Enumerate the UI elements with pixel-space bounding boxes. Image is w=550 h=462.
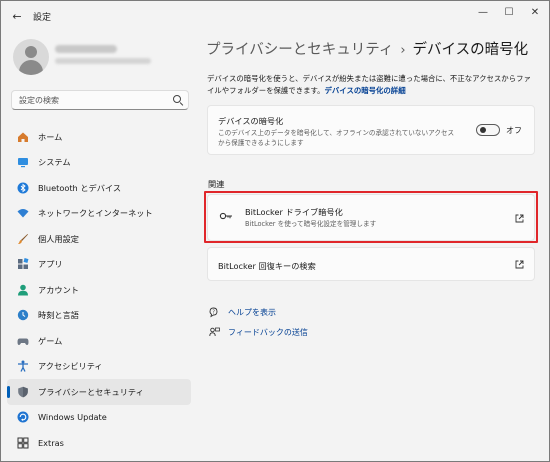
time-language-icon bbox=[17, 309, 29, 321]
sidebar-item-system[interactable]: システム bbox=[7, 150, 191, 176]
sidebar-item-label: システム bbox=[38, 157, 71, 168]
learn-more-link[interactable]: デバイスの暗号化の詳細 bbox=[325, 86, 406, 95]
breadcrumb: プライバシーとセキュリティ › デバイスの暗号化 bbox=[206, 38, 528, 59]
back-button[interactable]: ← bbox=[9, 9, 25, 25]
toggle-state-label: オフ bbox=[506, 126, 522, 135]
sidebar-item-accounts[interactable]: アカウント bbox=[7, 277, 191, 303]
sidebar-item-gaming[interactable]: ゲーム bbox=[7, 328, 191, 354]
extras-icon bbox=[17, 437, 29, 449]
feedback-icon bbox=[209, 327, 220, 337]
bitlocker-drive-encryption-card[interactable]: BitLocker ドライブ暗号化 BitLocker を使って暗号化設定を管理… bbox=[207, 194, 535, 241]
sidebar-item-label: アカウント bbox=[38, 284, 79, 295]
app-title: 設定 bbox=[33, 13, 52, 23]
sidebar-item-personalization[interactable]: 個人用設定 bbox=[7, 226, 191, 252]
sidebar-item-network[interactable]: ネットワークとインターネット bbox=[7, 201, 191, 227]
gaming-icon bbox=[17, 335, 29, 347]
bitlocker-key-icon bbox=[219, 212, 232, 220]
maximize-button[interactable]: ☐ bbox=[497, 5, 521, 21]
sidebar-item-label: Windows Update bbox=[38, 412, 107, 423]
sidebar-item-label: Bluetooth とデバイス bbox=[38, 182, 122, 193]
help-icon: ? bbox=[209, 307, 218, 318]
search-input[interactable] bbox=[19, 94, 169, 107]
title-bar: ← 設定 — ☐ ✕ bbox=[1, 1, 549, 31]
toggle-knob bbox=[479, 127, 486, 133]
card-title: デバイスの暗号化 bbox=[218, 116, 284, 126]
card-title: BitLocker ドライブ暗号化 bbox=[245, 207, 343, 217]
settings-search-box[interactable] bbox=[11, 90, 189, 110]
avatar-head-shape bbox=[25, 46, 37, 58]
sidebar-item-label: ホーム bbox=[38, 131, 63, 142]
sidebar-item-label: Extras bbox=[38, 437, 64, 448]
avatar[interactable] bbox=[13, 39, 49, 75]
windows-update-icon bbox=[17, 411, 29, 423]
system-icon bbox=[17, 156, 29, 168]
sidebar-item-label: プライバシーとセキュリティ bbox=[38, 386, 144, 397]
help-link-label: ヘルプを表示 bbox=[228, 308, 276, 317]
sidebar-item-privacy-security[interactable]: プライバシーとセキュリティ bbox=[7, 379, 191, 405]
sidebar-item-time-language[interactable]: 時刻と言語 bbox=[7, 303, 191, 329]
shield-icon bbox=[17, 386, 29, 398]
network-icon bbox=[17, 207, 29, 219]
home-icon bbox=[17, 131, 29, 143]
card-title: BitLocker 回復キーの検索 bbox=[218, 261, 316, 271]
svg-text:?: ? bbox=[212, 309, 215, 315]
sidebar-nav: ホーム システム Bluetooth とデバイス ネットワークとインターネット … bbox=[7, 124, 191, 456]
sidebar-item-label: ゲーム bbox=[38, 335, 63, 346]
external-link-icon bbox=[515, 260, 524, 269]
sidebar-item-extras[interactable]: Extras bbox=[7, 430, 191, 456]
avatar-body-shape bbox=[19, 60, 43, 75]
page-description: デバイスの暗号化を使うと、デバイスが紛失または盗難に遭った場合に、不正なアクセス… bbox=[207, 73, 537, 97]
external-link-icon bbox=[515, 214, 524, 223]
card-subtitle: BitLocker を使って暗号化設定を管理します bbox=[245, 220, 377, 228]
account-icon bbox=[17, 284, 29, 296]
brush-icon bbox=[17, 233, 29, 245]
accessibility-icon bbox=[17, 360, 29, 373]
user-name-blurred bbox=[55, 45, 117, 53]
card-subtitle: このデバイス上のデータを暗号化して、オフラインの承認されていないアクセスから保護… bbox=[218, 129, 455, 147]
sidebar-item-label: ネットワークとインターネット bbox=[38, 208, 153, 219]
send-feedback-link[interactable]: フィードバックの送信 bbox=[209, 327, 308, 338]
breadcrumb-separator: › bbox=[400, 43, 406, 58]
sidebar-item-accessibility[interactable]: アクセシビリティ bbox=[7, 354, 191, 380]
settings-window: ← 設定 — ☐ ✕ ホーム システム bbox=[0, 0, 550, 462]
page-title: デバイスの暗号化 bbox=[412, 42, 529, 58]
device-encryption-card: デバイスの暗号化 このデバイス上のデータを暗号化して、オフラインの承認されていな… bbox=[207, 105, 535, 155]
close-button[interactable]: ✕ bbox=[523, 5, 547, 21]
sidebar-item-bluetooth[interactable]: Bluetooth とデバイス bbox=[7, 175, 191, 201]
minimize-button[interactable]: — bbox=[471, 5, 495, 21]
apps-icon bbox=[17, 258, 29, 270]
sidebar-item-apps[interactable]: アプリ bbox=[7, 252, 191, 278]
search-icon[interactable] bbox=[173, 95, 181, 103]
get-help-link[interactable]: ? ヘルプを表示 bbox=[209, 307, 276, 318]
bitlocker-recovery-key-card[interactable]: BitLocker 回復キーの検索 bbox=[207, 247, 535, 281]
sidebar-item-windows-update[interactable]: Windows Update bbox=[7, 405, 191, 431]
section-heading-related: 関連 bbox=[208, 179, 225, 189]
sidebar-item-home[interactable]: ホーム bbox=[7, 124, 191, 150]
feedback-link-label: フィードバックの送信 bbox=[228, 328, 308, 337]
device-encryption-toggle[interactable] bbox=[476, 124, 500, 136]
sidebar-item-label: 時刻と言語 bbox=[38, 310, 79, 321]
sidebar-item-label: 個人用設定 bbox=[38, 233, 79, 244]
user-email-blurred bbox=[55, 58, 151, 64]
breadcrumb-parent[interactable]: プライバシーとセキュリティ bbox=[206, 42, 393, 58]
sidebar-item-label: アクセシビリティ bbox=[38, 361, 103, 372]
sidebar-item-label: アプリ bbox=[38, 259, 63, 270]
bluetooth-icon bbox=[17, 182, 29, 194]
